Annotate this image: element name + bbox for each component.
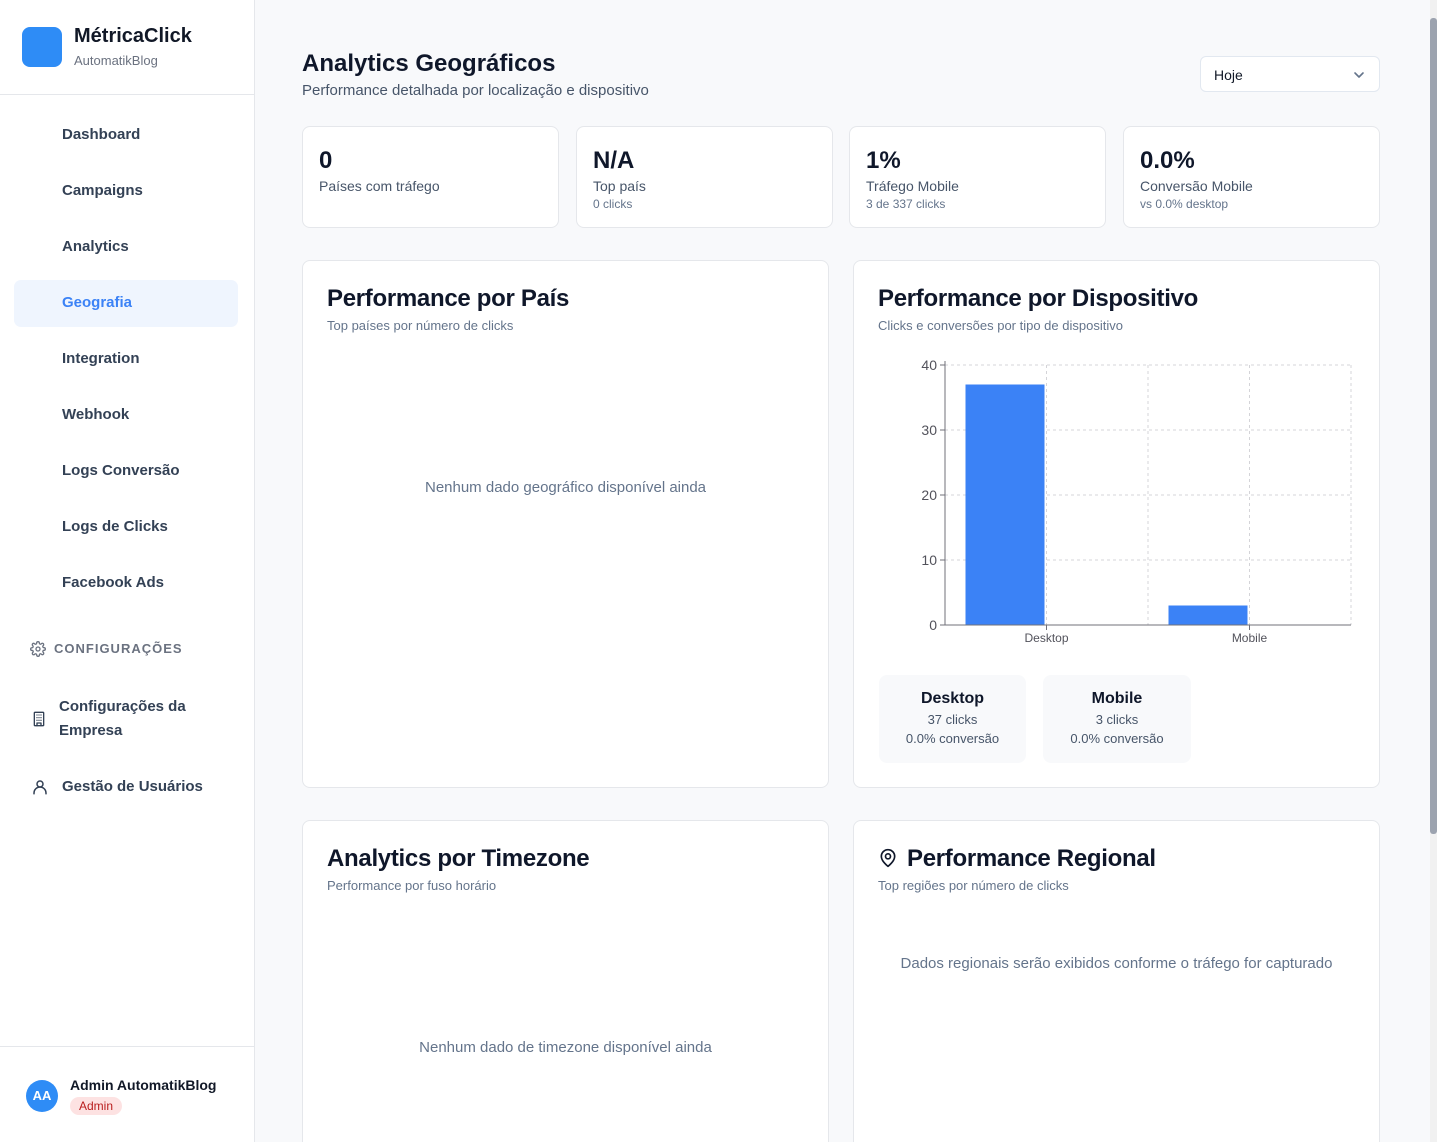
page-subtitle: Performance detalhada por localização e … bbox=[302, 82, 649, 99]
device-bar-chart: 0 10 20 30 40 Desktop Mobile bbox=[921, 357, 1352, 645]
sidebar-item-label: Logs Conversão bbox=[62, 462, 180, 479]
country-performance-card: Performance por País Top países por núme… bbox=[302, 260, 829, 788]
card-subtitle: Performance por fuso horário bbox=[327, 878, 497, 893]
stat-label: Conversão Mobile bbox=[1140, 178, 1253, 194]
sidebar-item-label: Campaigns bbox=[62, 182, 143, 199]
sidebar-item-geografia[interactable]: Geografia bbox=[14, 280, 238, 327]
brand-subtitle: AutomatikBlog bbox=[74, 53, 158, 68]
card-subtitle: Top regiões por número de clicks bbox=[878, 878, 1069, 893]
building-icon bbox=[33, 711, 45, 727]
page-title: Analytics Geográficos bbox=[302, 50, 556, 77]
user-profile[interactable]: AA Admin AutomatikBlog Admin bbox=[0, 1046, 254, 1142]
card-title: Performance por Dispositivo bbox=[878, 285, 1198, 312]
x-tick-label: Mobile bbox=[1232, 631, 1268, 645]
gear-icon bbox=[30, 641, 46, 657]
stat-card-countries: 0 Países com tráfego bbox=[302, 126, 559, 228]
scrollbar-thumb[interactable] bbox=[1430, 18, 1437, 834]
sidebar-item-label: Webhook bbox=[62, 406, 130, 423]
sidebar-item-logs-conversao[interactable]: Logs Conversão bbox=[14, 448, 238, 495]
brand-name: MétricaClick bbox=[74, 25, 192, 47]
stat-sub: vs 0.0% desktop bbox=[1140, 197, 1229, 211]
sidebar-item-label: Configurações da Empresa bbox=[59, 698, 186, 739]
empty-state: Nenhum dado de timezone disponível ainda bbox=[419, 1039, 712, 1056]
sidebar-item-logs-clicks[interactable]: Logs de Clicks bbox=[14, 504, 238, 551]
device-name: Desktop bbox=[920, 690, 985, 707]
sidebar-item-campaigns[interactable]: Campaigns bbox=[14, 168, 238, 215]
stat-label: Países com tráfego bbox=[319, 178, 440, 194]
role-badge: Admin bbox=[70, 1097, 123, 1115]
sidebar: MétricaClick AutomatikBlog Dashboard Cam… bbox=[0, 0, 255, 1142]
empty-state: Nenhum dado geográfico disponível ainda bbox=[424, 479, 707, 496]
sidebar-item-label: Geografia bbox=[62, 294, 133, 311]
sidebar-item-label: Logs de Clicks bbox=[62, 518, 168, 535]
user-icon bbox=[33, 780, 47, 795]
y-tick-label: 0 bbox=[929, 617, 937, 633]
device-name: Mobile bbox=[1091, 690, 1143, 707]
sidebar-item-analytics[interactable]: Analytics bbox=[14, 224, 238, 271]
y-tick-label: 40 bbox=[921, 357, 937, 373]
stat-value: N/A bbox=[593, 147, 635, 174]
period-select-value: Hoje bbox=[1214, 67, 1243, 83]
device-conversion: 0.0% conversão bbox=[905, 731, 1000, 746]
regional-performance-card: Performance Regional Top regiões por núm… bbox=[853, 820, 1380, 1142]
stat-value: 0 bbox=[319, 147, 333, 174]
device-summary-mobile: Mobile 3 clicks 0.0% conversão bbox=[1043, 675, 1191, 763]
bar-desktop bbox=[965, 384, 1045, 625]
empty-state: Dados regionais serão exibidos conforme … bbox=[900, 955, 1333, 972]
stat-sub: 0 clicks bbox=[593, 197, 633, 211]
card-subtitle: Top países por número de clicks bbox=[327, 318, 514, 333]
device-clicks: 37 clicks bbox=[927, 712, 978, 727]
y-tick-label: 10 bbox=[921, 552, 937, 568]
y-tick-label: 30 bbox=[921, 422, 937, 438]
settings-section-label: CONFIGURAÇÕES bbox=[54, 641, 183, 656]
device-performance-card: Performance por Dispositivo Clicks e con… bbox=[853, 260, 1380, 788]
sidebar-item-user-management[interactable]: Gestão de Usuários bbox=[14, 775, 238, 801]
period-select[interactable]: Hoje bbox=[1200, 56, 1380, 92]
user-name: Admin AutomatikBlog bbox=[70, 1077, 217, 1093]
chevron-down-icon bbox=[1354, 72, 1364, 78]
timezone-analytics-card: Analytics por Timezone Performance por f… bbox=[302, 820, 829, 1142]
sidebar-item-label: Facebook Ads bbox=[62, 574, 164, 591]
stat-card-mobile-conversion: 0.0% Conversão Mobile vs 0.0% desktop bbox=[1123, 126, 1380, 228]
device-clicks: 3 clicks bbox=[1095, 712, 1139, 727]
y-tick-label: 20 bbox=[921, 487, 937, 503]
stat-label: Tráfego Mobile bbox=[866, 178, 959, 194]
sidebar-item-label: Gestão de Usuários bbox=[62, 778, 203, 795]
card-subtitle: Clicks e conversões por tipo de disposit… bbox=[878, 318, 1123, 333]
brand-logo bbox=[22, 27, 62, 67]
brand-header: MétricaClick AutomatikBlog bbox=[0, 0, 254, 95]
stat-card-top-country: N/A Top país 0 clicks bbox=[576, 126, 833, 228]
card-title: Performance Regional bbox=[907, 845, 1156, 872]
card-title: Analytics por Timezone bbox=[327, 845, 590, 872]
device-conversion: 0.0% conversão bbox=[1070, 731, 1164, 746]
stat-value: 1% bbox=[866, 147, 901, 174]
sidebar-item-label: Integration bbox=[62, 350, 140, 367]
sidebar-item-company-settings[interactable]: Configurações da Empresa bbox=[14, 695, 238, 745]
card-title: Performance por País bbox=[327, 285, 570, 312]
stat-label: Top país bbox=[593, 178, 646, 194]
sidebar-item-label: Dashboard bbox=[62, 126, 141, 143]
stat-card-mobile-traffic: 1% Tráfego Mobile 3 de 337 clicks bbox=[849, 126, 1106, 228]
sidebar-item-facebook-ads[interactable]: Facebook Ads bbox=[14, 560, 238, 607]
sidebar-item-webhook[interactable]: Webhook bbox=[14, 392, 238, 439]
map-pin-icon bbox=[880, 848, 896, 868]
scrollbar[interactable] bbox=[1430, 0, 1437, 1142]
bar-mobile bbox=[1168, 605, 1248, 625]
avatar: AA bbox=[26, 1080, 58, 1112]
sidebar-item-integration[interactable]: Integration bbox=[14, 336, 238, 383]
x-tick-label: Desktop bbox=[1024, 631, 1068, 645]
sidebar-item-dashboard[interactable]: Dashboard bbox=[14, 112, 238, 159]
sidebar-item-label: Analytics bbox=[62, 238, 129, 255]
stat-value: 0.0% bbox=[1140, 147, 1195, 174]
stat-sub: 3 de 337 clicks bbox=[866, 197, 946, 211]
device-summary-desktop: Desktop 37 clicks 0.0% conversão bbox=[879, 675, 1026, 763]
